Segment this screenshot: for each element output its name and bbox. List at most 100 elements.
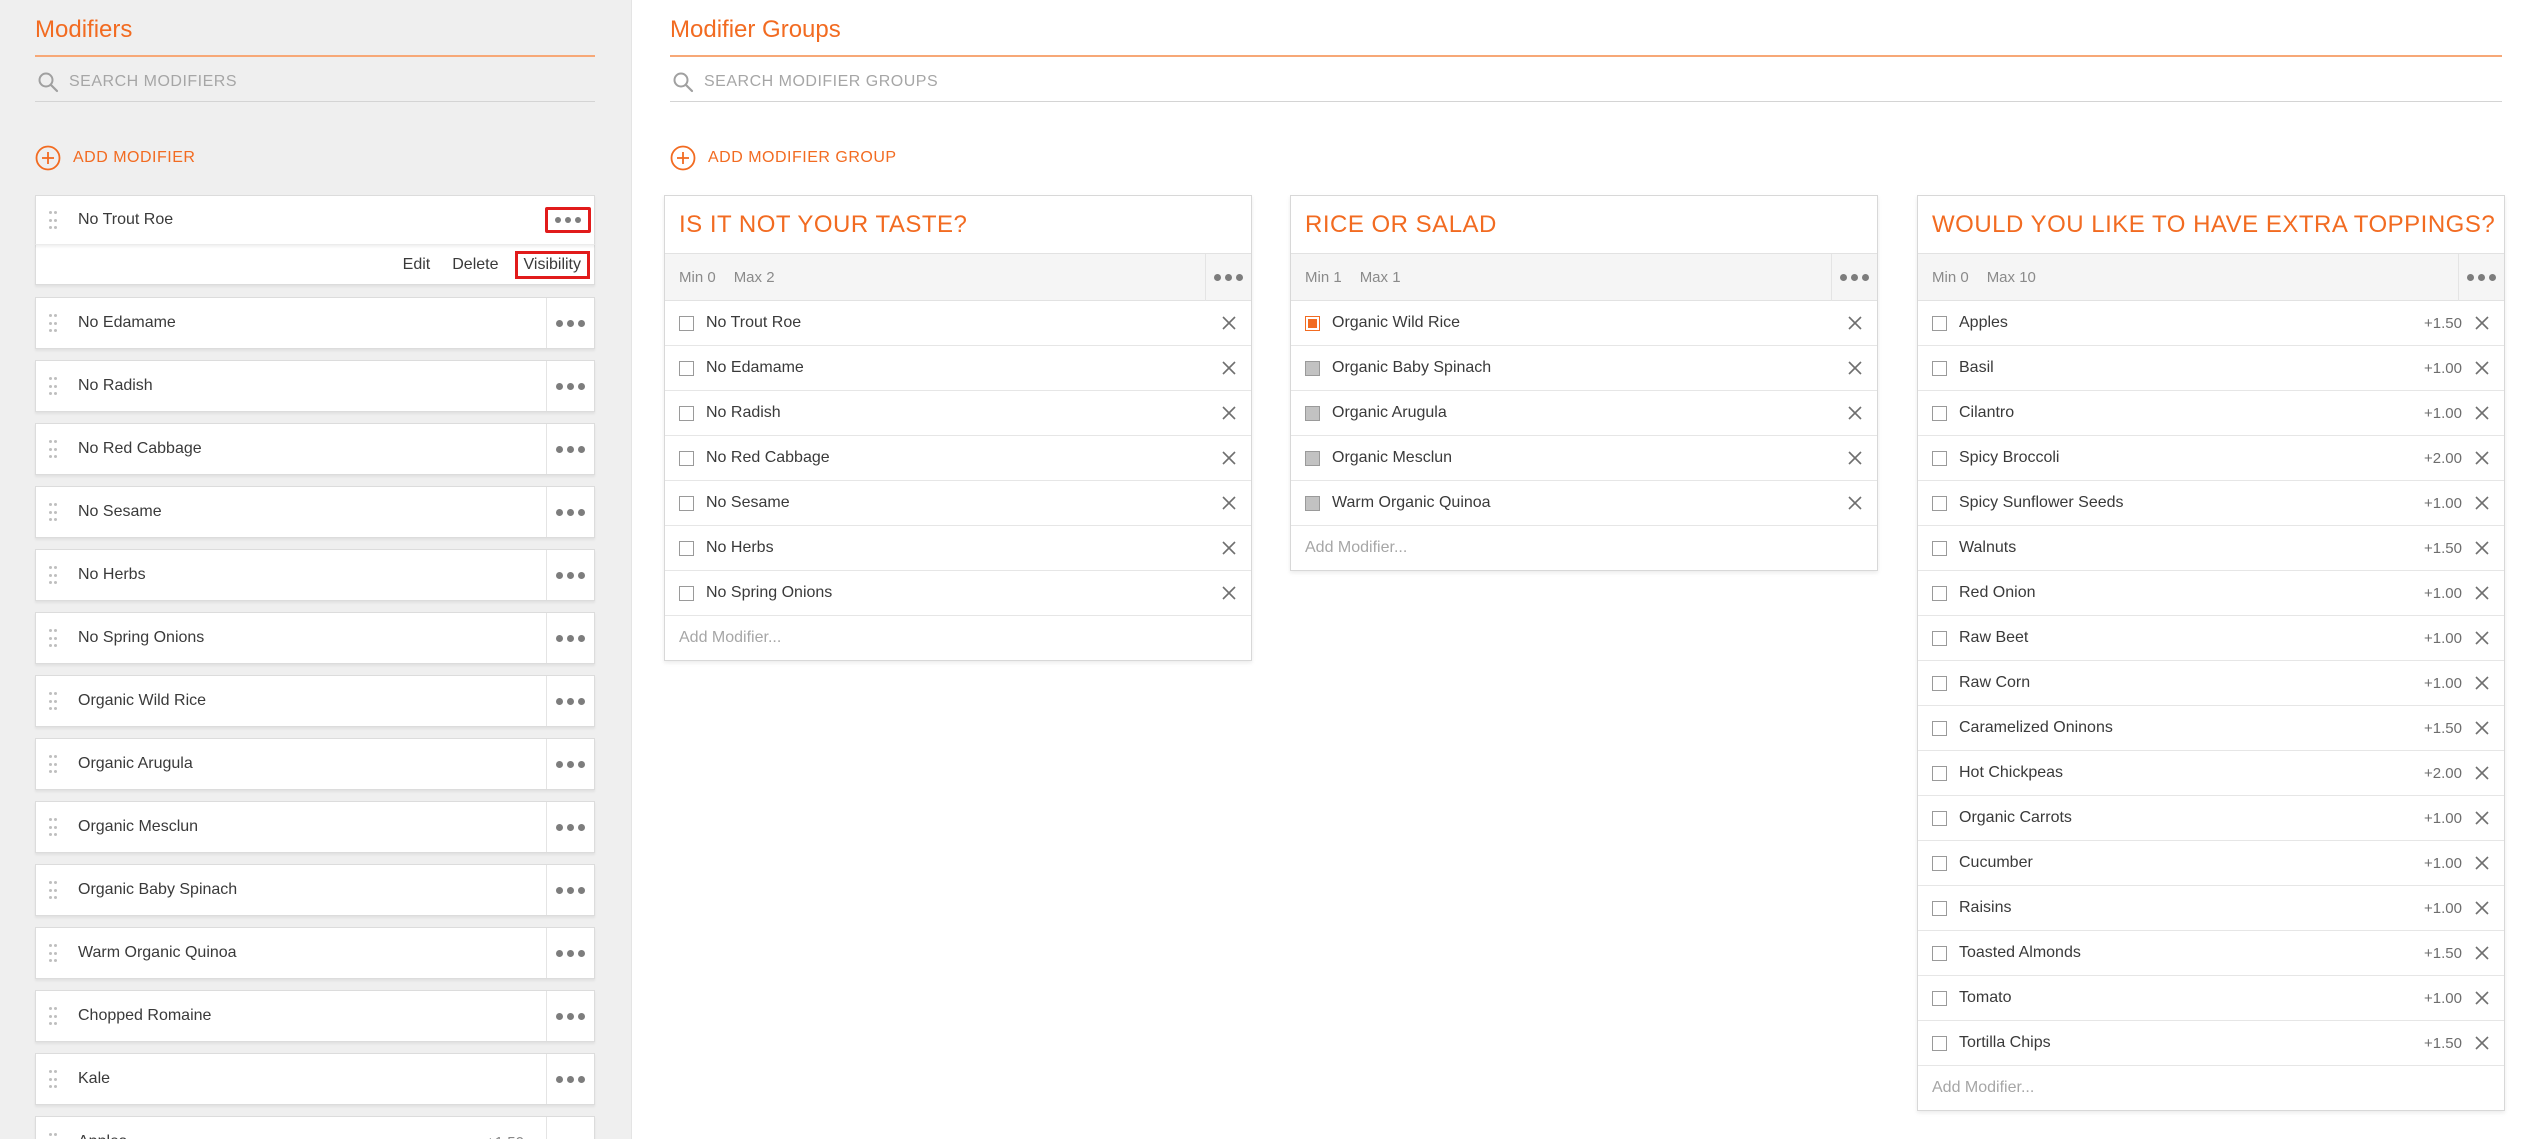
default-checkbox[interactable] [1305,450,1320,466]
remove-icon[interactable] [2474,630,2490,646]
default-checkbox[interactable] [1932,810,1947,826]
drag-handle-icon[interactable] [48,755,60,773]
drag-handle-icon[interactable] [48,818,60,836]
drag-handle-icon[interactable] [48,692,60,710]
more-options-icon[interactable] [546,1054,594,1104]
default-checkbox[interactable] [1932,495,1947,511]
more-options-icon[interactable] [546,739,594,789]
drag-handle-icon[interactable] [48,881,60,899]
default-checkbox[interactable] [679,360,694,376]
default-checkbox[interactable] [679,495,694,511]
more-options-icon[interactable] [546,928,594,978]
more-options-icon[interactable] [546,298,594,348]
modifier-row[interactable]: No Radish [35,360,595,412]
modifier-row[interactable]: No Sesame [35,486,595,538]
remove-icon[interactable] [2474,945,2490,961]
more-options-icon[interactable] [546,361,594,411]
default-checkbox[interactable] [679,405,694,421]
drag-handle-icon[interactable] [48,1007,60,1025]
modifier-row[interactable]: Warm Organic Quinoa [35,927,595,979]
remove-icon[interactable] [2474,1035,2490,1051]
drag-handle-icon[interactable] [48,377,60,395]
remove-icon[interactable] [2474,855,2490,871]
remove-icon[interactable] [1221,540,1237,556]
more-options-icon[interactable] [546,802,594,852]
group-options-icon[interactable] [1831,254,1877,301]
remove-icon[interactable] [2474,585,2490,601]
group-title[interactable]: IS IT NOT YOUR TASTE? [665,196,1251,253]
more-options-icon[interactable] [546,487,594,537]
remove-icon[interactable] [1221,360,1237,376]
more-options-icon[interactable] [546,991,594,1041]
add-modifier-group-button[interactable]: ADD MODIFIER GROUP [670,145,897,171]
default-checkbox[interactable] [1932,450,1947,466]
drag-handle-icon[interactable] [48,440,60,458]
search-modifier-groups-input[interactable] [704,72,2502,91]
default-checkbox[interactable] [1305,495,1320,511]
more-options-icon[interactable] [546,550,594,600]
remove-icon[interactable] [1221,450,1237,466]
remove-icon[interactable] [1847,450,1863,466]
modifier-row[interactable]: Chopped Romaine [35,990,595,1042]
default-checkbox[interactable] [679,450,694,466]
default-checkbox[interactable] [1932,765,1947,781]
search-modifiers-input[interactable] [69,72,595,91]
group-title[interactable]: WOULD YOU LIKE TO HAVE EXTRA TOPPINGS? [1918,196,2504,253]
default-checkbox[interactable] [1932,990,1947,1006]
modifier-row[interactable]: Apples+1.50 [35,1116,595,1139]
remove-icon[interactable] [2474,810,2490,826]
drag-handle-icon[interactable] [48,503,60,521]
add-modifier-button[interactable]: ADD MODIFIER [35,145,195,171]
remove-icon[interactable] [2474,450,2490,466]
add-modifier-input[interactable] [1305,539,1877,557]
modifier-row[interactable]: No Red Cabbage [35,423,595,475]
more-options-icon[interactable] [546,865,594,915]
default-checkbox[interactable] [1305,405,1320,421]
group-title[interactable]: RICE OR SALAD [1291,196,1877,253]
default-checkbox[interactable] [1932,945,1947,961]
remove-icon[interactable] [1221,405,1237,421]
drag-handle-icon[interactable] [48,566,60,584]
remove-icon[interactable] [2474,765,2490,781]
drag-handle-icon[interactable] [48,1070,60,1088]
drag-handle-icon[interactable] [48,944,60,962]
remove-icon[interactable] [2474,495,2490,511]
visibility-button[interactable]: Visibility [514,250,590,279]
group-options-icon[interactable] [1205,254,1251,301]
remove-icon[interactable] [2474,360,2490,376]
more-options-icon[interactable] [545,207,591,233]
modifier-row[interactable]: No Spring Onions [35,612,595,664]
modifier-row[interactable]: Kale [35,1053,595,1105]
remove-icon[interactable] [2474,405,2490,421]
default-checkbox[interactable] [679,540,694,556]
remove-icon[interactable] [1847,315,1863,331]
default-checkbox[interactable] [1932,315,1947,331]
remove-icon[interactable] [1221,315,1237,331]
default-checkbox[interactable] [1932,855,1947,871]
modifier-row[interactable]: Organic Mesclun [35,801,595,853]
drag-handle-icon[interactable] [48,629,60,647]
default-checkbox[interactable] [1932,360,1947,376]
default-checkbox[interactable] [679,315,694,331]
default-checkbox[interactable] [1932,1035,1947,1051]
remove-icon[interactable] [2474,315,2490,331]
group-options-icon[interactable] [2458,254,2504,301]
drag-handle-icon[interactable] [48,314,60,332]
modifier-row[interactable]: No Trout Roe [35,195,595,245]
modifier-row[interactable]: No Herbs [35,549,595,601]
more-options-icon[interactable] [546,613,594,663]
modifier-row[interactable]: Organic Arugula [35,738,595,790]
more-options-icon[interactable] [546,676,594,726]
remove-icon[interactable] [2474,540,2490,556]
drag-handle-icon[interactable] [48,211,60,229]
remove-icon[interactable] [2474,900,2490,916]
modifier-row[interactable]: No Edamame [35,297,595,349]
modifier-row[interactable]: Organic Baby Spinach [35,864,595,916]
default-checkbox[interactable] [1932,675,1947,691]
default-checkbox[interactable] [1932,405,1947,421]
more-options-icon[interactable] [546,424,594,474]
drag-handle-icon[interactable] [48,1133,60,1139]
default-checkbox[interactable] [679,585,694,601]
remove-icon[interactable] [1847,495,1863,511]
remove-icon[interactable] [2474,990,2490,1006]
